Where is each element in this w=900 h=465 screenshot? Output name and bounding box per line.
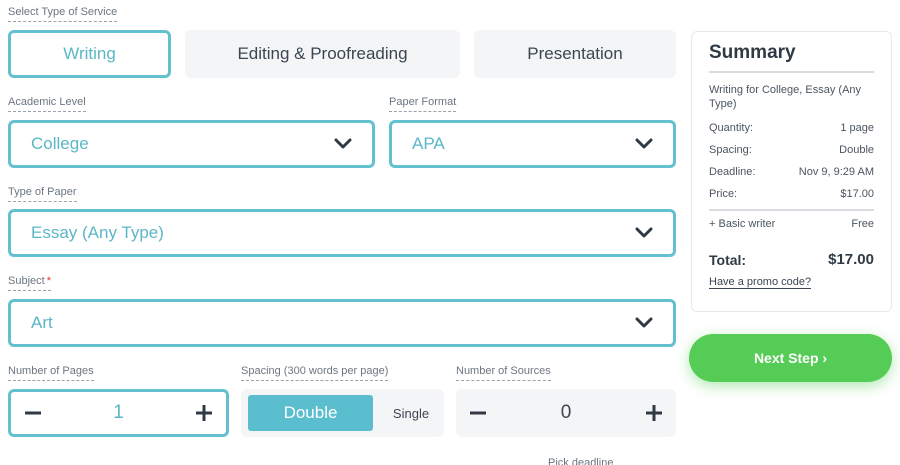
- paper-format-label: Paper Format: [389, 96, 457, 112]
- required-mark: *: [46, 275, 51, 287]
- summary-row-label: Price:: [709, 188, 738, 200]
- tab-presentation[interactable]: Presentation: [474, 30, 676, 78]
- summary-row-deadline: Deadline: Nov 9, 9:29 AM: [709, 161, 874, 183]
- academic-level-label: Academic Level: [8, 96, 86, 112]
- total-value: $17.00: [828, 251, 874, 268]
- sources-decrement-button[interactable]: [456, 389, 500, 437]
- subject-label-text: Subject: [8, 275, 45, 287]
- subject-value: Art: [31, 313, 53, 332]
- summary-title: Summary: [709, 42, 874, 73]
- chevron-down-icon: [635, 138, 653, 149]
- summary-row-value: Free: [851, 218, 874, 230]
- summary-panel: Summary Writing for College, Essay (Any …: [691, 31, 892, 312]
- spacing-label: Spacing (300 words per page): [241, 365, 389, 381]
- sources-stepper: 0: [456, 389, 676, 437]
- summary-row-price: Price: $17.00: [709, 183, 874, 205]
- tab-editing-proofreading[interactable]: Editing & Proofreading: [185, 30, 460, 78]
- pages-value[interactable]: 1: [55, 402, 182, 424]
- number-of-pages-label: Number of Pages: [8, 365, 94, 381]
- chevron-down-icon: [635, 227, 653, 238]
- service-type-label: Select Type of Service: [8, 6, 118, 22]
- academic-level-select[interactable]: College: [8, 120, 375, 168]
- summary-row-basic-writer: + Basic writer Free: [709, 213, 874, 235]
- summary-row-label: Quantity:: [709, 122, 754, 134]
- summary-row-label: Spacing:: [709, 144, 752, 156]
- number-of-sources-label: Number of Sources: [456, 365, 551, 381]
- paper-format-select[interactable]: APA: [389, 120, 676, 168]
- type-of-paper-label: Type of Paper: [8, 186, 77, 202]
- minus-icon: [470, 411, 486, 415]
- type-of-paper-value: Essay (Any Type): [31, 223, 164, 242]
- summary-row-value: Double: [839, 144, 874, 156]
- sources-value[interactable]: 0: [500, 402, 632, 424]
- academic-level-value: College: [31, 134, 89, 153]
- chevron-down-icon: [635, 317, 653, 328]
- pages-stepper: 1: [8, 389, 229, 437]
- chevron-down-icon: [334, 138, 352, 149]
- minus-icon: [25, 411, 41, 415]
- deadline-section-label: Pick deadline: [548, 457, 614, 465]
- subject-label: Subject *: [8, 275, 51, 291]
- summary-description: Writing for College, Essay (Any Type): [709, 84, 862, 110]
- plus-icon: [196, 405, 212, 421]
- tab-writing[interactable]: Writing: [8, 30, 171, 78]
- pages-increment-button[interactable]: [182, 392, 226, 434]
- promo-code-link[interactable]: Have a promo code?: [709, 276, 812, 289]
- pages-decrement-button[interactable]: [11, 392, 55, 434]
- summary-row-label: Deadline:: [709, 166, 756, 178]
- summary-row-value: 1 page: [840, 122, 874, 134]
- total-label: Total:: [709, 251, 747, 268]
- plus-icon: [646, 405, 662, 421]
- spacing-toggle: Double Single: [241, 389, 444, 437]
- sources-increment-button[interactable]: [632, 389, 676, 437]
- summary-row-value: $17.00: [840, 188, 874, 200]
- summary-row-label: + Basic writer: [709, 218, 776, 230]
- paper-format-value: APA: [412, 134, 445, 153]
- summary-row-quantity: Quantity: 1 page: [709, 117, 874, 139]
- type-of-paper-select[interactable]: Essay (Any Type): [8, 209, 676, 257]
- spacing-single-button[interactable]: Single: [386, 389, 436, 437]
- next-step-button[interactable]: Next Step ›: [689, 334, 892, 382]
- summary-total: Total: $17.00: [709, 251, 874, 268]
- subject-select[interactable]: Art: [8, 299, 676, 347]
- spacing-double-button[interactable]: Double: [248, 395, 373, 431]
- summary-row-value: Nov 9, 9:29 AM: [798, 166, 874, 178]
- summary-row-spacing: Spacing: Double: [709, 139, 874, 161]
- summary-divider: [709, 209, 874, 211]
